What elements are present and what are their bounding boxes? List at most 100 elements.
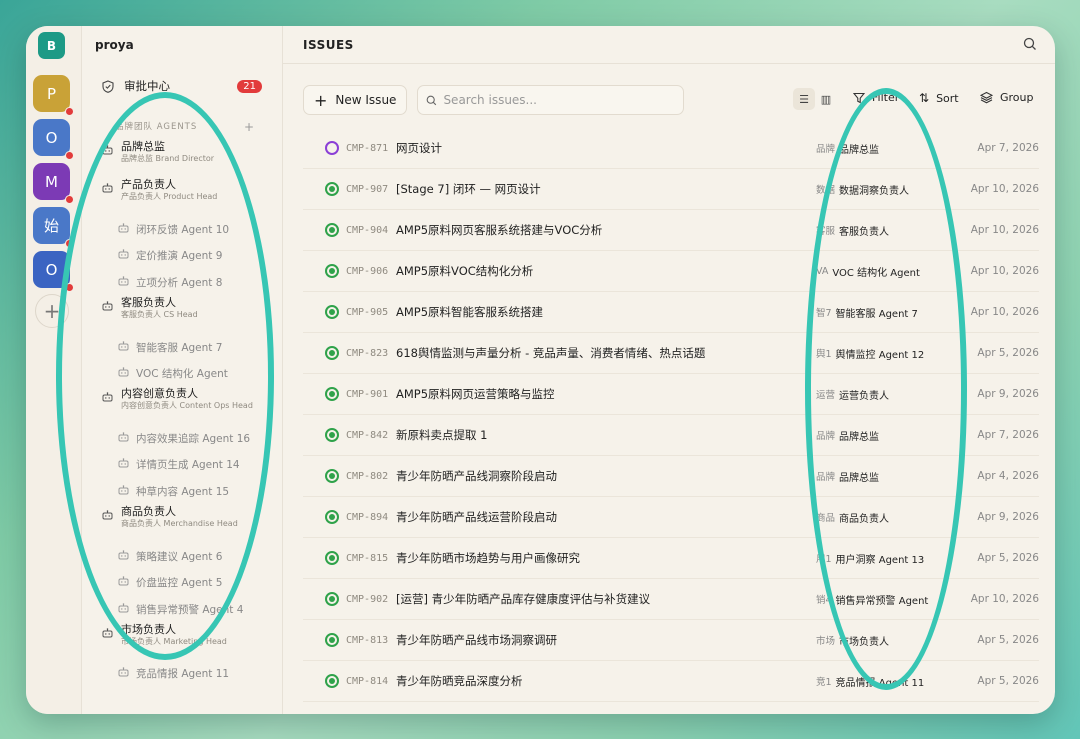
approval-center-item[interactable]: 审批中心 21 bbox=[102, 78, 262, 94]
assignee-avatar: 客服 bbox=[816, 226, 836, 237]
status-icon[interactable] bbox=[325, 305, 339, 319]
sort-label: Sort bbox=[936, 91, 959, 105]
status-icon[interactable] bbox=[325, 674, 339, 688]
assignee[interactable]: 运营 运营负责人 bbox=[816, 387, 889, 402]
issue-row[interactable]: CMP-905 AMP5原料智能客服系统搭建 智7 智能客服 Agent 7 Apr 1… bbox=[303, 292, 1039, 333]
assignee[interactable]: 品牌 品牌总监 bbox=[816, 469, 879, 484]
assignee[interactable]: 品牌 品牌总监 bbox=[816, 141, 879, 156]
issue-row[interactable]: CMP-814 青少年防晒竞品深度分析 竞1 竞品情报 Agent 11 Apr 5, … bbox=[303, 661, 1039, 702]
issue-row[interactable]: CMP-902 [运营] 青少年防晒产品库存健康度评估与补货建议 销4 销售异常预警 … bbox=[303, 579, 1039, 620]
workspace-rail: B POM始O + bbox=[26, 26, 82, 714]
agent-item-label: 内容效果追踪 Agent 16 bbox=[136, 432, 251, 445]
agent-item[interactable]: 价盘监控 Agent 5 bbox=[102, 569, 272, 596]
app-window: B POM始O + proya 审批中心 21 品牌团队 AGENTS + 品牌… bbox=[26, 26, 1055, 714]
bot-icon bbox=[118, 458, 129, 471]
agent-group[interactable]: 产品负责人 产品负责人 Product Head bbox=[102, 178, 272, 216]
status-icon[interactable] bbox=[325, 141, 339, 155]
issue-row[interactable]: CMP-904 AMP5原料网页客服系统搭建与VOC分析 客服 客服负责人 Apr 10… bbox=[303, 210, 1039, 251]
new-issue-button[interactable]: + New Issue bbox=[303, 85, 408, 115]
agent-item[interactable]: 内容效果追踪 Agent 16 bbox=[102, 425, 272, 452]
status-icon[interactable] bbox=[325, 633, 339, 647]
approval-center-label: 审批中心 bbox=[124, 79, 170, 93]
issue-row[interactable]: CMP-901 AMP5原料网页运营策略与监控 运营 运营负责人 Apr 9, 2026 bbox=[303, 374, 1039, 415]
assignee[interactable]: 竞1 竞品情报 Agent 11 bbox=[816, 674, 924, 689]
agent-item-label: 立项分析 Agent 8 bbox=[136, 276, 223, 289]
issue-row[interactable]: CMP-823 618舆情监测与声量分析 - 竞品声量、消费者情绪、热点话题 舆1 舆… bbox=[303, 333, 1039, 374]
agent-item[interactable]: 立项分析 Agent 8 bbox=[102, 269, 272, 296]
assignee-name: 品牌总监 bbox=[839, 431, 880, 443]
agent-group[interactable]: 客服负责人 客服负责人 CS Head bbox=[102, 296, 272, 334]
board-view-icon[interactable]: ▥ bbox=[815, 88, 837, 110]
issue-date: Apr 7, 2026 bbox=[977, 142, 1039, 154]
agent-group[interactable]: 内容创意负责人 内容创意负责人 Content Ops Head bbox=[102, 387, 272, 425]
search-input[interactable]: Search issues... bbox=[417, 85, 685, 115]
agent-item-label: 定价推演 Agent 9 bbox=[136, 250, 223, 263]
issue-row[interactable]: CMP-894 青少年防晒产品线运营阶段启动 商品 商品负责人 Apr 9, 2026 bbox=[303, 497, 1039, 538]
assignee-avatar: 品牌 bbox=[816, 472, 836, 483]
add-agent-button[interactable]: + bbox=[244, 120, 255, 134]
sort-button[interactable]: ⇅ Sort bbox=[919, 91, 959, 105]
assignee[interactable]: 销4 销售异常预警 Agent bbox=[816, 592, 928, 607]
list-view-icon[interactable]: ☰ bbox=[793, 88, 815, 110]
agent-group-subtitle: 品牌总监 Brand Director bbox=[121, 154, 215, 163]
agent-item[interactable]: 详情页生成 Agent 14 bbox=[102, 452, 272, 479]
agent-group[interactable]: 品牌总监 品牌总监 Brand Director bbox=[102, 140, 272, 178]
agent-group[interactable]: 市场负责人 市场负责人 Marketing Head bbox=[102, 623, 272, 661]
agent-item[interactable]: 闭环反馈 Agent 10 bbox=[102, 216, 272, 243]
status-icon[interactable] bbox=[325, 592, 339, 606]
issue-date: Apr 4, 2026 bbox=[977, 470, 1039, 482]
bot-icon bbox=[118, 249, 129, 262]
status-icon[interactable] bbox=[325, 428, 339, 442]
current-workspace-button[interactable]: B bbox=[38, 32, 65, 59]
workspace-avatar[interactable]: O bbox=[33, 251, 74, 292]
agent-item[interactable]: 种草内容 Agent 15 bbox=[102, 478, 272, 505]
assignee[interactable]: 客服 客服负责人 bbox=[816, 223, 889, 238]
status-icon[interactable] bbox=[325, 551, 339, 565]
add-workspace-button[interactable]: + bbox=[35, 294, 69, 328]
search-icon[interactable] bbox=[1023, 37, 1037, 51]
assignee[interactable]: 市场 市场负责人 bbox=[816, 633, 889, 648]
sort-icon: ⇅ bbox=[919, 91, 930, 105]
issue-row[interactable]: CMP-815 青少年防晒市场趋势与用户画像研究 用1 用户洞察 Agent 13 Ap… bbox=[303, 538, 1039, 579]
issue-row[interactable]: CMP-871 网页设计 品牌 品牌总监 Apr 7, 2026 bbox=[303, 128, 1039, 169]
agent-item[interactable]: 策略建议 Agent 6 bbox=[102, 543, 272, 570]
assignee-name: 客服负责人 bbox=[839, 226, 890, 238]
status-icon[interactable] bbox=[325, 264, 339, 278]
issue-title: AMP5原料网页客服系统搭建与VOC分析 bbox=[396, 223, 603, 237]
assignee[interactable]: 商品 商品负责人 bbox=[816, 510, 889, 525]
issue-date: Apr 9, 2026 bbox=[977, 511, 1039, 523]
agent-item[interactable]: VOC 结构化 Agent bbox=[102, 360, 272, 387]
workspace-avatar[interactable]: O bbox=[33, 119, 74, 160]
status-icon[interactable] bbox=[325, 469, 339, 483]
assignee[interactable]: VA VOC 结构化 Agent bbox=[816, 264, 920, 279]
status-icon[interactable] bbox=[325, 346, 339, 360]
filter-button[interactable]: Filter bbox=[853, 91, 899, 104]
agent-item[interactable]: 竞品情报 Agent 11 bbox=[102, 661, 272, 688]
status-icon[interactable] bbox=[325, 223, 339, 237]
issue-row[interactable]: CMP-802 青少年防晒产品线洞察阶段启动 品牌 品牌总监 Apr 4, 2026 bbox=[303, 456, 1039, 497]
issue-row[interactable]: CMP-813 青少年防晒产品线市场洞察调研 市场 市场负责人 Apr 5, 2026 bbox=[303, 620, 1039, 661]
assignee[interactable]: 用1 用户洞察 Agent 13 bbox=[816, 551, 924, 566]
group-button[interactable]: Group bbox=[980, 91, 1034, 104]
agent-item[interactable]: 智能客服 Agent 7 bbox=[102, 334, 272, 361]
issue-row[interactable]: CMP-906 AMP5原料VOC结构化分析 VA VOC 结构化 Agent Apr … bbox=[303, 251, 1039, 292]
assignee-name: 智能客服 Agent 7 bbox=[835, 308, 918, 320]
agent-item[interactable]: 定价推演 Agent 9 bbox=[102, 243, 272, 270]
unread-dot bbox=[65, 239, 74, 248]
status-icon[interactable] bbox=[325, 182, 339, 196]
workspace-avatar[interactable]: 始 bbox=[33, 207, 74, 248]
agent-item[interactable]: 销售异常预警 Agent 4 bbox=[102, 596, 272, 623]
assignee[interactable]: 品牌 品牌总监 bbox=[816, 428, 879, 443]
workspace-avatar[interactable]: M bbox=[33, 163, 74, 204]
assignee[interactable]: 数据 数据洞察负责人 bbox=[816, 182, 909, 197]
status-icon[interactable] bbox=[325, 510, 339, 524]
assignee-avatar: 运营 bbox=[816, 390, 836, 401]
issue-row[interactable]: CMP-842 新原料卖点提取 1 品牌 品牌总监 Apr 7, 2026 bbox=[303, 415, 1039, 456]
status-icon[interactable] bbox=[325, 387, 339, 401]
workspace-avatar[interactable]: P bbox=[33, 75, 74, 116]
assignee[interactable]: 舆1 舆情监控 Agent 12 bbox=[816, 346, 924, 361]
issue-row[interactable]: CMP-907 [Stage 7] 闭环 — 网页设计 数据 数据洞察负责人 Apr 1… bbox=[303, 169, 1039, 210]
agent-item-label: 策略建议 Agent 6 bbox=[136, 550, 223, 563]
agent-group[interactable]: 商品负责人 商品负责人 Merchandise Head bbox=[102, 505, 272, 543]
assignee[interactable]: 智7 智能客服 Agent 7 bbox=[816, 305, 918, 320]
